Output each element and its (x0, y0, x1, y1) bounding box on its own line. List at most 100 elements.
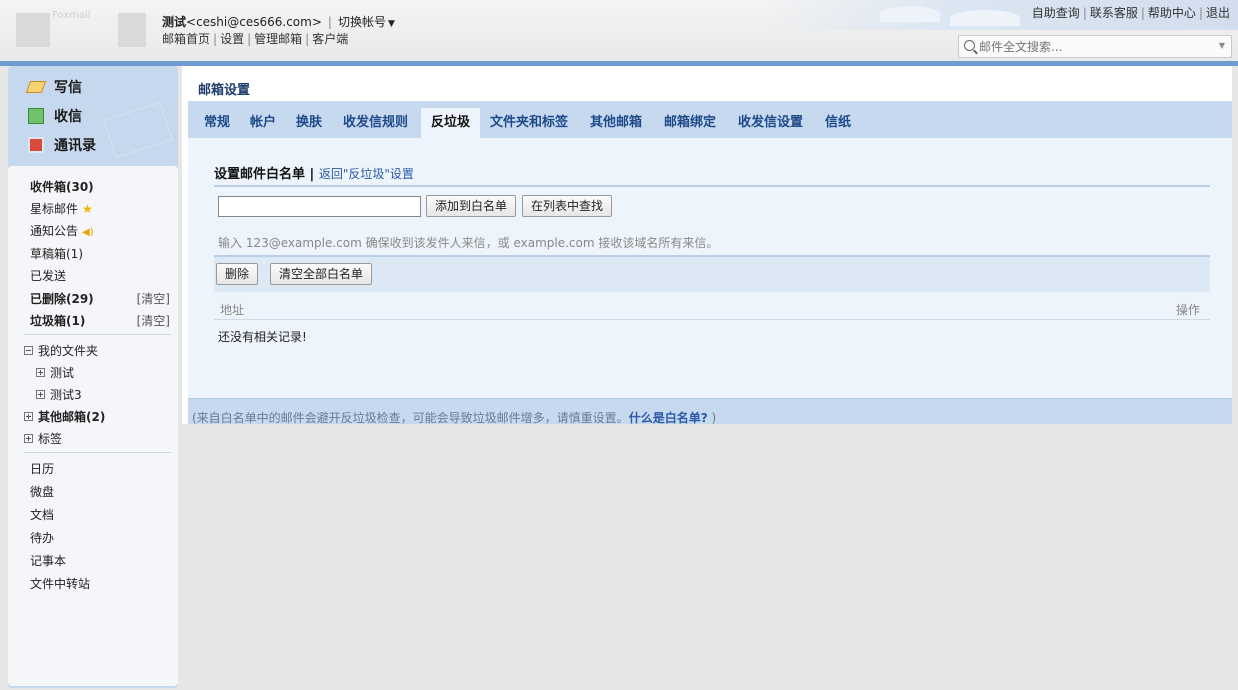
nav-client[interactable]: 客户端 (312, 32, 348, 46)
other-mailbox-label: 其他邮箱(2) (38, 410, 106, 424)
folder-sent[interactable]: 已发送 (30, 267, 66, 284)
tags-label: 标签 (38, 432, 63, 446)
receive-icon (28, 108, 44, 124)
tab-stationery[interactable]: 信纸 (825, 111, 851, 130)
other-mailbox-toggle[interactable]: 其他邮箱(2) (24, 408, 105, 425)
input-hint: 输入 123@example.com 确保收到该发件人来信，或 example.… (218, 236, 719, 250)
expand-icon[interactable] (36, 368, 45, 377)
section-title-text: 设置邮件白名单 (214, 167, 306, 182)
user-line: 测试<ceshi@ces666.com> | 切换帐号 ▼ (162, 13, 395, 30)
compose-label: 写信 (54, 80, 82, 96)
tab-anti-spam[interactable]: 反垃圾 (421, 108, 481, 138)
expand-icon[interactable] (24, 412, 33, 421)
footer-note-text: (来自白名单中的邮件会避开反垃圾检查，可能会导致垃圾邮件增多，请慎重设置。 (192, 411, 629, 425)
avatar[interactable] (118, 13, 146, 47)
search-icon (964, 40, 975, 51)
separator: | (327, 15, 332, 29)
whitelist-panel: 设置邮件白名单 | 返回"反垃圾"设置 添加到白名单 在列表中查找 输入 123… (188, 138, 1232, 424)
receive-label: 收信 (54, 109, 82, 125)
self-service-link[interactable]: 自助查询 (1032, 6, 1080, 20)
list-toolbar: 删除 清空全部白名单 (214, 255, 1210, 292)
contacts-label: 通讯录 (54, 138, 96, 154)
speaker-icon: ◀) (82, 227, 94, 238)
search-input[interactable] (979, 38, 1209, 55)
collapse-icon[interactable] (24, 346, 33, 355)
list-header: 地址 操作 (214, 294, 1210, 320)
folder-drafts[interactable]: 草稿箱(1) (30, 245, 83, 262)
cloud-decoration (950, 10, 1020, 26)
folder-deleted[interactable]: 已删除(29) (30, 290, 94, 307)
logo-text: Foxmail (52, 10, 91, 21)
column-action: 操作 (1175, 303, 1200, 317)
tags-toggle[interactable]: 标签 (24, 430, 62, 447)
empty-deleted-button[interactable]: [清空] (137, 290, 170, 307)
what-is-whitelist-link[interactable]: 什么是白名单? (629, 411, 708, 425)
app-docs[interactable]: 文档 (30, 506, 54, 523)
app-todo[interactable]: 待办 (30, 529, 54, 546)
contacts-button[interactable]: 通讯录 (28, 135, 96, 155)
tab-send-receive[interactable]: 收发信设置 (738, 111, 803, 130)
folder-test3-label: 测试3 (50, 388, 82, 402)
app-drive[interactable]: 微盘 (30, 483, 54, 500)
my-folders-toggle[interactable]: 我的文件夹 (24, 342, 98, 359)
envelope-decoration (103, 101, 173, 159)
tab-skin[interactable]: 换肤 (296, 111, 322, 130)
clear-whitelist-button[interactable]: 清空全部白名单 (270, 263, 373, 285)
expand-icon[interactable] (36, 390, 45, 399)
tab-folders-tags[interactable]: 文件夹和标签 (490, 111, 568, 130)
page-title: 邮箱设置 (198, 83, 251, 98)
star-icon: ★ (82, 202, 93, 216)
help-center-link[interactable]: 帮助中心 (1148, 6, 1196, 20)
logout-link[interactable]: 退出 (1206, 6, 1230, 20)
settings-tabs: 常规 帐户 换肤 收发信规则 反垃圾 文件夹和标签 其他邮箱 邮箱绑定 收发信设… (188, 101, 1232, 138)
delete-button[interactable]: 删除 (216, 263, 259, 285)
expand-icon[interactable] (24, 434, 33, 443)
footer-note-close: ) (707, 411, 717, 425)
column-address: 地址 (220, 303, 245, 317)
divider (24, 452, 171, 453)
back-to-anti-spam-link[interactable]: 返回"反垃圾"设置 (319, 167, 414, 181)
tab-mail-rules[interactable]: 收发信规则 (343, 111, 408, 130)
folder-starred[interactable]: 星标邮件 ★ (30, 200, 93, 217)
caret-down-icon[interactable]: ▼ (388, 19, 395, 29)
app-notes[interactable]: 记事本 (30, 552, 66, 569)
header-nav: 邮箱首页 | 设置 | 管理邮箱 | 客户端 (162, 32, 349, 46)
tab-account[interactable]: 帐户 (250, 111, 276, 130)
section-divider (214, 185, 1210, 187)
empty-junk-button[interactable]: [清空] (137, 312, 170, 329)
app-file-transfer[interactable]: 文件中转站 (30, 575, 90, 592)
folder-inbox[interactable]: 收件箱(30) (30, 178, 94, 195)
contact-support-link[interactable]: 联系客服 (1090, 6, 1138, 20)
contacts-icon (28, 137, 44, 153)
tab-mailbox-binding[interactable]: 邮箱绑定 (664, 111, 716, 130)
search-box[interactable]: ▼ (958, 35, 1232, 58)
sidebar: 写信 收信 通讯录 收件箱(30) 星标邮件 ★ 通知公告 ◀) 草稿箱(1) 已发… (8, 66, 178, 688)
section-separator: | (309, 167, 315, 182)
my-folders-label: 我的文件夹 (38, 344, 99, 358)
folder-starred-label: 星标邮件 (30, 202, 79, 216)
compose-icon (25, 81, 47, 93)
chevron-down-icon[interactable]: ▼ (1219, 41, 1225, 50)
receive-button[interactable]: 收信 (28, 106, 82, 126)
user-email: <ceshi@ces666.com> (186, 15, 322, 29)
folder-junk[interactable]: 垃圾箱(1) (30, 312, 85, 329)
find-in-list-button[interactable]: 在列表中查找 (522, 195, 613, 217)
footer-note: (来自白名单中的邮件会避开反垃圾检查，可能会导致垃圾邮件增多，请慎重设置。什么是… (188, 398, 1232, 425)
folder-test3[interactable]: 测试3 (36, 386, 82, 403)
nav-manage-mailbox[interactable]: 管理邮箱 (254, 32, 302, 46)
settings-main: 邮箱设置 常规 帐户 换肤 收发信规则 反垃圾 文件夹和标签 其他邮箱 邮箱绑定… (182, 66, 1232, 425)
nav-settings[interactable]: 设置 (220, 32, 244, 46)
header: Foxmail 测试<ceshi@ces666.com> | 切换帐号 ▼ 邮箱首页 |… (0, 0, 1238, 62)
add-to-whitelist-button[interactable]: 添加到白名单 (426, 195, 517, 217)
folder-notices[interactable]: 通知公告 ◀) (30, 222, 94, 239)
whitelist-address-input[interactable] (218, 196, 421, 217)
tab-general[interactable]: 常规 (204, 111, 230, 130)
top-links: 自助查询 | 联系客服 | 帮助中心 | 退出 (1031, 6, 1230, 20)
app-calendar[interactable]: 日历 (30, 460, 54, 477)
tab-other-mailbox[interactable]: 其他邮箱 (590, 111, 642, 130)
section-title: 设置邮件白名单 | 返回"反垃圾"设置 (214, 163, 414, 182)
compose-button[interactable]: 写信 (25, 77, 82, 97)
folder-test[interactable]: 测试 (36, 364, 74, 381)
nav-mail-home[interactable]: 邮箱首页 (162, 32, 210, 46)
switch-account-link[interactable]: 切换帐号 (338, 15, 386, 29)
